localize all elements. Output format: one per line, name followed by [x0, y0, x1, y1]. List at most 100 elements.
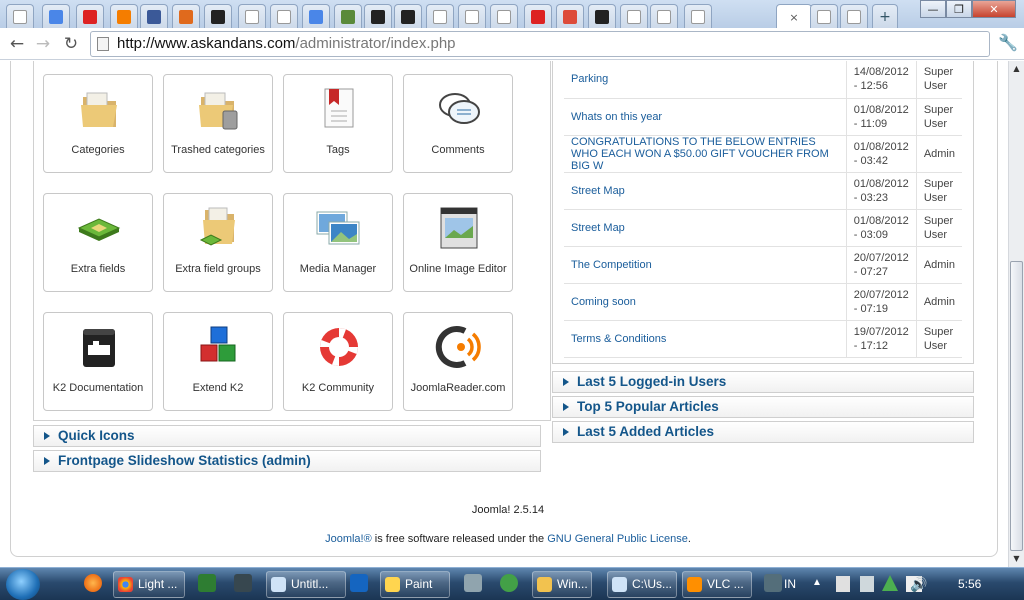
- joomla-link[interactable]: Joomla!®: [325, 533, 372, 545]
- pane-added-articles[interactable]: Last 5 Added Articles: [552, 421, 974, 443]
- k2-icon-tags[interactable]: Tags: [283, 74, 393, 173]
- k2-icon-extend-k2[interactable]: Extend K2: [163, 312, 273, 411]
- app-icon[interactable]: [350, 574, 368, 592]
- k2-icon-categories[interactable]: Categories: [43, 74, 153, 173]
- tray-app-icon[interactable]: [860, 576, 874, 592]
- joomla-dark-icon: [595, 9, 609, 24]
- taskbar-button[interactable]: Paint: [380, 571, 450, 598]
- taskbar-button[interactable]: Untitl...: [266, 571, 346, 598]
- scroll-thumb[interactable]: [1010, 261, 1023, 551]
- k2-icon-extra-fields[interactable]: Extra fields: [43, 193, 153, 292]
- article-title-link[interactable]: Whats on this year: [571, 111, 662, 123]
- gpl-link[interactable]: GNU General Public License: [547, 533, 688, 545]
- pane-slideshow-stats[interactable]: Frontpage Slideshow Statistics (admin): [33, 450, 541, 472]
- lifebuoy-icon: [315, 323, 363, 371]
- vertical-scrollbar[interactable]: ▲ ▼: [1008, 61, 1024, 567]
- network-app-icon[interactable]: [500, 574, 518, 592]
- browser-tab[interactable]: [620, 4, 648, 28]
- browser-tab[interactable]: [140, 4, 168, 28]
- pane-quick-icons[interactable]: Quick Icons: [33, 425, 541, 447]
- browser-tab[interactable]: [684, 4, 712, 28]
- close-window-button[interactable]: ✕: [972, 0, 1016, 18]
- tray-app-icon[interactable]: [882, 575, 898, 591]
- clock[interactable]: 5:56: [958, 577, 981, 591]
- date-text: 14/08/2012: [853, 66, 909, 79]
- back-arrow-icon[interactable]: ←: [6, 33, 28, 55]
- article-title-link[interactable]: Street Map: [571, 222, 625, 234]
- icon-label: Extend K2: [192, 382, 244, 394]
- gplus-icon: [563, 9, 577, 24]
- browser-tab[interactable]: [490, 4, 518, 28]
- excel-icon[interactable]: [198, 574, 216, 592]
- minimize-button[interactable]: —: [920, 0, 946, 18]
- article-title-link[interactable]: The Competition: [571, 259, 652, 271]
- browser-tab[interactable]: [588, 4, 616, 28]
- scroll-up-icon[interactable]: ▲: [1009, 61, 1024, 77]
- keyboard-icon[interactable]: [464, 574, 482, 592]
- app-icon[interactable]: [234, 574, 252, 592]
- browser-tab[interactable]: [458, 4, 486, 28]
- volume-icon[interactable]: 🔊: [910, 576, 927, 593]
- start-button[interactable]: [6, 569, 40, 600]
- article-title-link[interactable]: CONGRATULATIONS TO THE BELOW ENTRIES WHO…: [571, 136, 829, 172]
- browser-tab[interactable]: [6, 4, 34, 28]
- article-title-link[interactable]: Terms & Conditions: [571, 333, 666, 345]
- browser-tab[interactable]: [172, 4, 200, 28]
- time-text: - 07:19: [853, 302, 888, 315]
- browser-tab[interactable]: [238, 4, 266, 28]
- browser-tab[interactable]: [270, 4, 298, 28]
- pane-popular-articles[interactable]: Top 5 Popular Articles: [552, 396, 974, 418]
- k2-icon-k2-community[interactable]: K2 Community: [283, 312, 393, 411]
- browser-tab[interactable]: [42, 4, 70, 28]
- show-hidden-icon[interactable]: ▲: [812, 577, 822, 588]
- taskbar-button[interactable]: Win...: [532, 571, 592, 598]
- firefox-icon[interactable]: [84, 574, 102, 592]
- k2-icon-k2-documentation[interactable]: K2 Documentation: [43, 312, 153, 411]
- wrench-icon[interactable]: 🔧: [998, 33, 1018, 52]
- page-icon: [245, 9, 259, 24]
- k2-icon-media-manager[interactable]: Media Manager: [283, 193, 393, 292]
- browser-tab[interactable]: [364, 4, 392, 28]
- browser-tab[interactable]: [650, 4, 678, 28]
- article-date: 01/08/2012- 11:09: [845, 98, 917, 136]
- scroll-down-icon[interactable]: ▼: [1009, 551, 1024, 567]
- browser-tab[interactable]: [204, 4, 232, 28]
- k2-icon-online-image-editor[interactable]: Online Image Editor: [403, 193, 513, 292]
- browser-tab[interactable]: [840, 4, 868, 28]
- close-tab-icon[interactable]: ×: [789, 11, 798, 24]
- taskbar-button-label: C:\Us...: [632, 577, 673, 591]
- active-browser-tab[interactable]: ×: [776, 4, 812, 29]
- browser-tab[interactable]: [524, 4, 552, 28]
- browser-tab[interactable]: [394, 4, 422, 28]
- k2-icon-joomlareader-com[interactable]: JoomlaReader.com: [403, 312, 513, 411]
- k2-icon-extra-field-groups[interactable]: Extra field groups: [163, 193, 273, 292]
- reload-icon[interactable]: ↻: [60, 33, 82, 55]
- browser-tab[interactable]: [110, 4, 138, 28]
- time-text: - 03:23: [853, 191, 888, 204]
- forward-arrow-icon[interactable]: →: [32, 33, 54, 55]
- pane-last-logged-users[interactable]: Last 5 Logged-in Users: [552, 371, 974, 393]
- taskbar-button[interactable]: VLC ...: [682, 571, 752, 598]
- browser-tab[interactable]: [76, 4, 104, 28]
- icon-label: JoomlaReader.com: [410, 382, 506, 394]
- article-title-link[interactable]: Parking: [571, 73, 608, 85]
- new-tab-button[interactable]: +: [872, 4, 898, 28]
- browser-tab[interactable]: [302, 4, 330, 28]
- browser-tab[interactable]: [556, 4, 584, 28]
- page-icon: [627, 9, 641, 24]
- tray-app-icon[interactable]: [836, 576, 850, 592]
- date-text: 20/07/2012: [853, 288, 909, 301]
- browser-tab[interactable]: [426, 4, 454, 28]
- address-bar[interactable]: http://www.askandans.com/administrator/i…: [90, 31, 990, 57]
- k2-icon-trashed-categories[interactable]: Trashed categories: [163, 74, 273, 173]
- article-title-link[interactable]: Street Map: [571, 185, 625, 197]
- taskbar-button[interactable]: Light ...: [113, 571, 185, 598]
- k2-icon-comments[interactable]: Comments: [403, 74, 513, 173]
- browser-tab[interactable]: [810, 4, 838, 28]
- language-indicator[interactable]: IN: [784, 577, 796, 591]
- taskbar-button[interactable]: C:\Us...: [607, 571, 677, 598]
- maximize-button[interactable]: ❐: [946, 0, 972, 18]
- article-title-link[interactable]: Coming soon: [571, 296, 636, 308]
- chrome-icon: [118, 577, 133, 592]
- browser-tab[interactable]: [334, 4, 362, 28]
